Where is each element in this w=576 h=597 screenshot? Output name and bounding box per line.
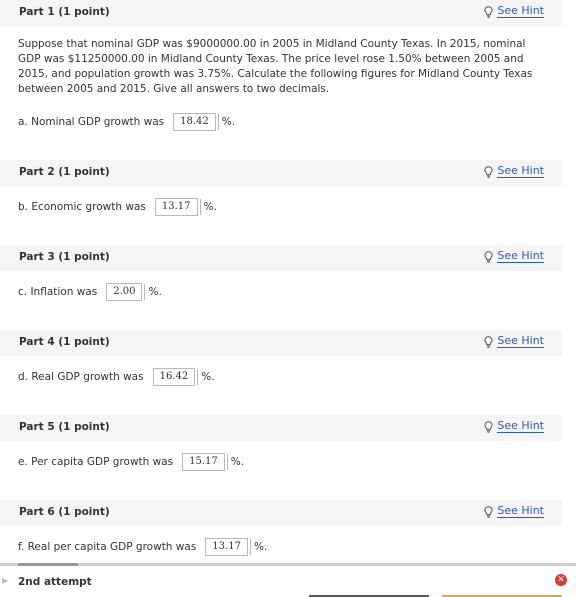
part-4-header: Part 4 (1 point) See Hint <box>0 330 562 356</box>
question-b: b. Economic growth was 13.17 %. <box>18 198 217 216</box>
part-6-header: Part 6 (1 point) See Hint <box>0 500 562 526</box>
real-per-capita-gdp-growth-input[interactable]: 13.17 <box>205 538 248 556</box>
caret-right-icon[interactable]: ▶ <box>2 576 8 585</box>
problem-statement: Suppose that nominal GDP was $9000000.00… <box>18 38 533 95</box>
see-hint-label: See Hint <box>497 504 544 518</box>
nominal-gdp-growth-input[interactable]: 18.42 <box>173 113 216 131</box>
lightbulb-icon <box>484 250 493 263</box>
question-a: a. Nominal GDP growth was 18.42 %. <box>18 113 235 131</box>
part-1-header: Part 1 (1 point) See Hint <box>0 0 562 26</box>
question-f-unit: %. <box>249 539 267 555</box>
lightbulb-icon <box>484 420 493 433</box>
see-hint-label: See Hint <box>497 164 544 178</box>
question-c: c. Inflation was 2.00 %. <box>18 283 162 301</box>
part-1-see-hint[interactable]: See Hint <box>484 5 544 18</box>
question-b-unit: %. <box>199 199 217 215</box>
attempt-label[interactable]: 2nd attempt <box>18 576 92 588</box>
per-capita-gdp-growth-input[interactable]: 15.17 <box>182 453 225 471</box>
question-d-unit: %. <box>197 369 215 385</box>
question-e-label: e. Per capita GDP growth was <box>18 456 174 468</box>
lightbulb-icon <box>484 505 493 518</box>
part-4-title: Part 4 (1 point) <box>19 336 110 348</box>
question-c-label: c. Inflation was <box>18 286 98 298</box>
part-2-header: Part 2 (1 point) See Hint <box>0 160 562 186</box>
see-hint-label: See Hint <box>497 249 544 263</box>
real-gdp-growth-input[interactable]: 16.42 <box>152 368 196 386</box>
question-f-label: f. Real per capita GDP growth was <box>18 541 197 553</box>
question-c-unit: %. <box>144 284 162 300</box>
question-e-unit: %. <box>226 454 244 470</box>
question-a-label: a. Nominal GDP growth was <box>18 116 165 128</box>
inflation-input[interactable]: 2.00 <box>106 283 143 301</box>
question-f: f. Real per capita GDP growth was 13.17 … <box>18 538 267 556</box>
part-3-header: Part 3 (1 point) See Hint <box>0 245 562 271</box>
question-a-unit: %. <box>217 114 235 130</box>
attempt-section: ▶ 2nd attempt <box>0 563 576 597</box>
part-6-see-hint[interactable]: See Hint <box>484 505 544 518</box>
part-5-title: Part 5 (1 point) <box>19 421 110 433</box>
lightbulb-icon <box>484 335 493 348</box>
part-5-see-hint[interactable]: See Hint <box>484 420 544 433</box>
see-hint-label: See Hint <box>497 334 544 348</box>
part-4-see-hint[interactable]: See Hint <box>484 335 544 348</box>
close-circle-icon: ✕ <box>555 574 567 586</box>
part-5-header: Part 5 (1 point) See Hint <box>0 415 562 441</box>
economic-growth-input[interactable]: 13.17 <box>154 198 198 216</box>
assignment-page: Part 1 (1 point) See Hint Suppose that n… <box>0 0 576 597</box>
part-2-title: Part 2 (1 point) <box>19 166 110 178</box>
question-b-label: b. Economic growth was <box>18 201 146 213</box>
part-6-title: Part 6 (1 point) <box>19 506 110 518</box>
question-d-label: d. Real GDP growth was <box>18 371 144 383</box>
question-d: d. Real GDP growth was 16.42 %. <box>18 368 215 386</box>
attempt-tab-indicator <box>18 563 78 566</box>
part-1-title: Part 1 (1 point) <box>19 6 110 18</box>
lightbulb-icon <box>484 5 493 18</box>
lightbulb-icon <box>484 165 493 178</box>
part-3-see-hint[interactable]: See Hint <box>484 250 544 263</box>
see-hint-label: See Hint <box>497 4 544 18</box>
see-hint-label: See Hint <box>497 419 544 433</box>
question-e: e. Per capita GDP growth was 15.17 %. <box>18 453 244 471</box>
part-2-see-hint[interactable]: See Hint <box>484 165 544 178</box>
part-3-title: Part 3 (1 point) <box>19 251 110 263</box>
